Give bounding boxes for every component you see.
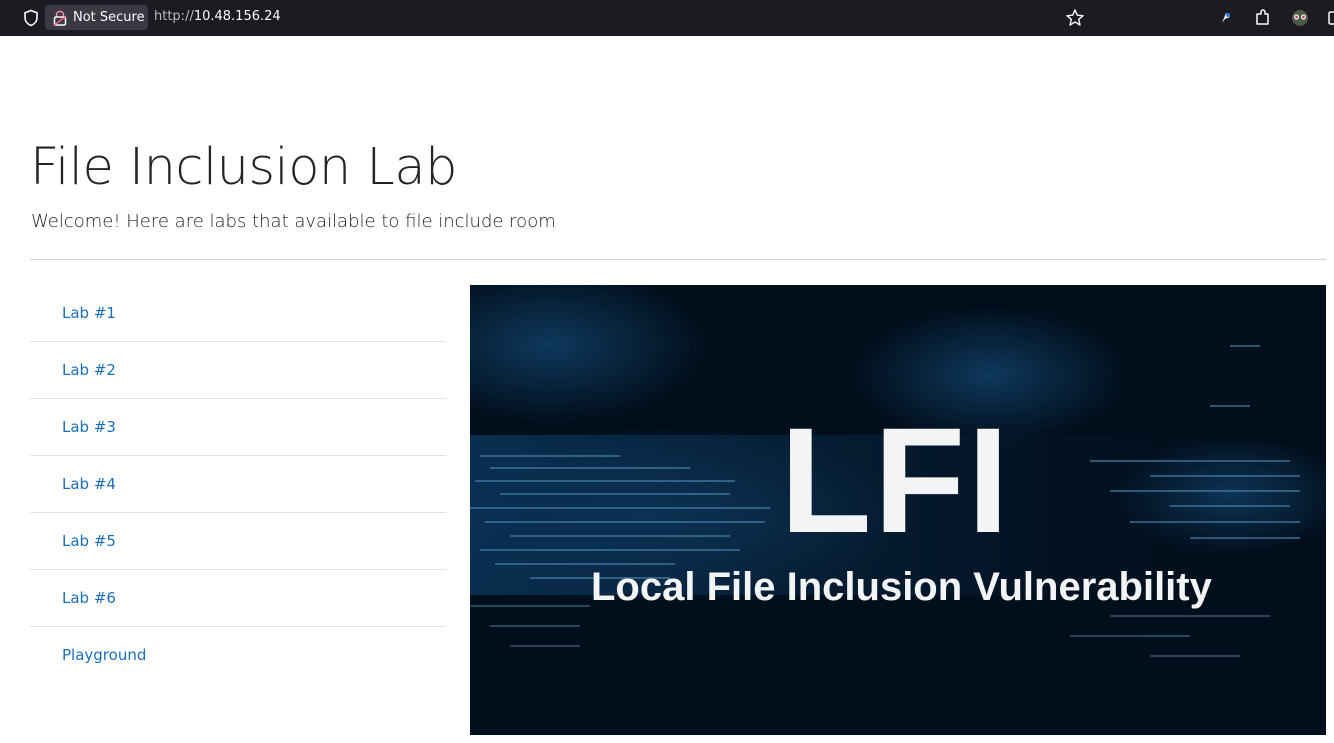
shield-icon[interactable]	[22, 9, 40, 27]
lab-item-3[interactable]: Lab #3	[30, 399, 446, 456]
lab-link-2[interactable]: Lab #2	[62, 361, 116, 379]
url-scheme: http://	[154, 9, 194, 24]
browser-toolbar: Not Secure http://10.48.156.24	[0, 0, 1334, 36]
lab-link-6[interactable]: Lab #6	[62, 589, 116, 607]
profile-avatar-icon[interactable]	[1290, 8, 1310, 28]
insecure-lock-icon	[53, 10, 67, 26]
extensions-puzzle-icon[interactable]	[1253, 8, 1273, 28]
lab-item-4[interactable]: Lab #4	[30, 456, 446, 513]
menu-overflow-icon[interactable]	[1326, 8, 1334, 28]
lab-link-1[interactable]: Lab #1	[62, 304, 116, 322]
page-subtitle: Welcome! Here are labs that available to…	[31, 211, 556, 232]
bookmark-star-icon[interactable]	[1065, 8, 1085, 28]
lab-item-6[interactable]: Lab #6	[30, 570, 446, 627]
lab-link-playground[interactable]: Playground	[62, 646, 146, 664]
lab-link-4[interactable]: Lab #4	[62, 475, 116, 493]
lab-item-1[interactable]: Lab #1	[30, 285, 446, 342]
lab-item-playground[interactable]: Playground	[30, 627, 446, 684]
lab-item-2[interactable]: Lab #2	[30, 342, 446, 399]
lab-link-3[interactable]: Lab #3	[62, 418, 116, 436]
url-host: 10.48.156.24	[193, 9, 281, 24]
header-divider	[30, 259, 1326, 260]
lfi-banner-image: LFI Local File Inclusion Vulnerability	[470, 285, 1326, 735]
lab-list: Lab #1 Lab #2 Lab #3 Lab #4 Lab #5 Lab #…	[30, 285, 446, 684]
lab-link-5[interactable]: Lab #5	[62, 532, 116, 550]
lab-item-5[interactable]: Lab #5	[30, 513, 446, 570]
extension-icon[interactable]	[1216, 8, 1236, 28]
banner-caption: Local File Inclusion Vulnerability	[591, 565, 1212, 609]
banner-headline: LFI	[780, 396, 1011, 564]
address-bar[interactable]: http://10.48.156.24	[154, 9, 281, 24]
not-secure-badge[interactable]: Not Secure	[45, 5, 148, 30]
page-title: File Inclusion Lab	[30, 138, 457, 197]
not-secure-label: Not Secure	[73, 10, 145, 25]
